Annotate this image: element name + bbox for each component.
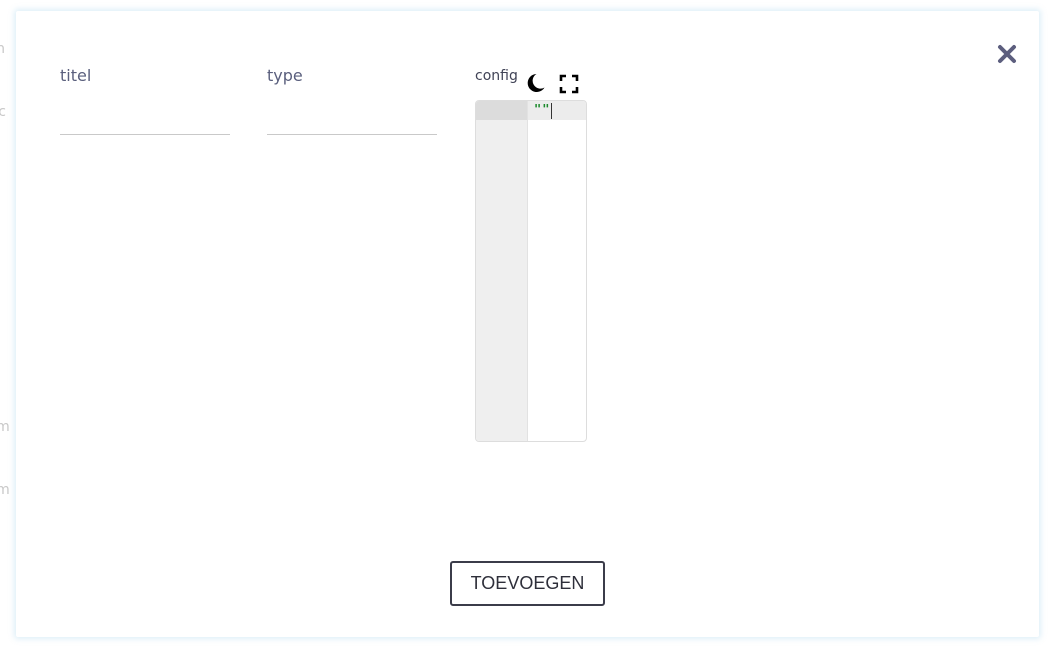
background-list-item: orm xyxy=(0,482,10,498)
background-list-item: acc xyxy=(0,104,6,120)
type-label: type xyxy=(267,66,303,85)
type-field: type xyxy=(267,66,437,135)
moon-icon[interactable] xyxy=(524,72,546,94)
moon-icon-glyph xyxy=(527,74,545,92)
close-x-icon xyxy=(998,45,1016,63)
close-button[interactable] xyxy=(994,41,1020,67)
config-code-editor[interactable]: 1 "" xyxy=(475,100,587,442)
editor-cursor xyxy=(551,103,552,119)
type-input[interactable] xyxy=(267,114,437,135)
titel-input[interactable] xyxy=(60,114,230,135)
add-modal: titel type config 1 "" TOEVOEGEN xyxy=(16,11,1039,637)
titel-field: titel xyxy=(60,66,230,135)
config-label: config xyxy=(475,68,518,84)
titel-label: titel xyxy=(60,66,92,85)
fullscreen-icon-glyph xyxy=(559,74,579,94)
fullscreen-icon[interactable] xyxy=(559,74,579,94)
toevoegen-button[interactable]: TOEVOEGEN xyxy=(450,561,605,606)
editor-gutter xyxy=(476,101,528,441)
editor-gutter-active-line xyxy=(476,101,527,120)
editor-code-text[interactable]: "" xyxy=(534,102,550,116)
background-list-item: orm xyxy=(0,419,10,435)
background-list-item: tan xyxy=(0,41,5,57)
